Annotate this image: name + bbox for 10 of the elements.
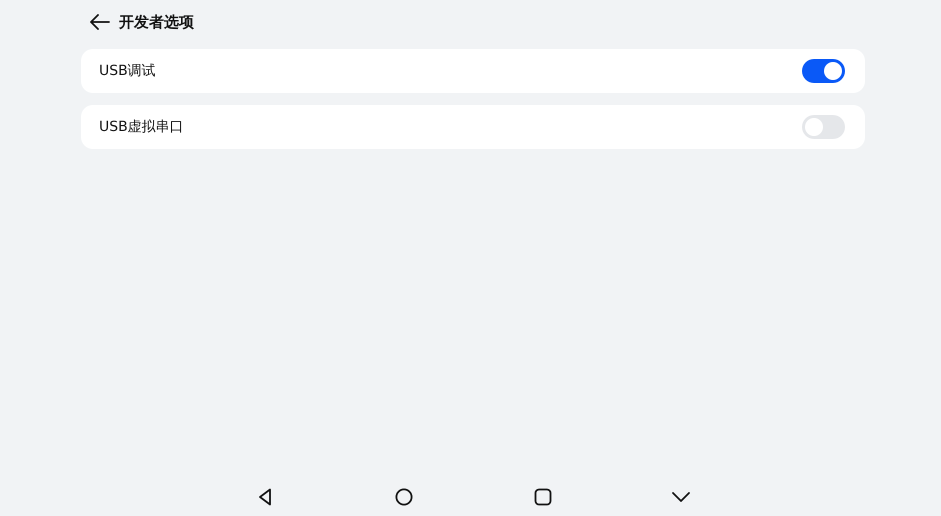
toggle-switch[interactable]	[802, 115, 845, 139]
toggle-switch[interactable]	[802, 59, 845, 83]
chevron-down-icon[interactable]	[671, 491, 691, 503]
setting-label: USB虚拟串口	[99, 118, 184, 136]
recents-square-icon[interactable]	[534, 488, 552, 506]
page-title: 开发者选项	[119, 12, 194, 33]
back-arrow-icon[interactable]	[89, 14, 110, 30]
setting-label: USB调试	[99, 62, 156, 80]
home-circle-icon[interactable]	[395, 488, 413, 506]
back-triangle-icon[interactable]	[258, 488, 272, 506]
